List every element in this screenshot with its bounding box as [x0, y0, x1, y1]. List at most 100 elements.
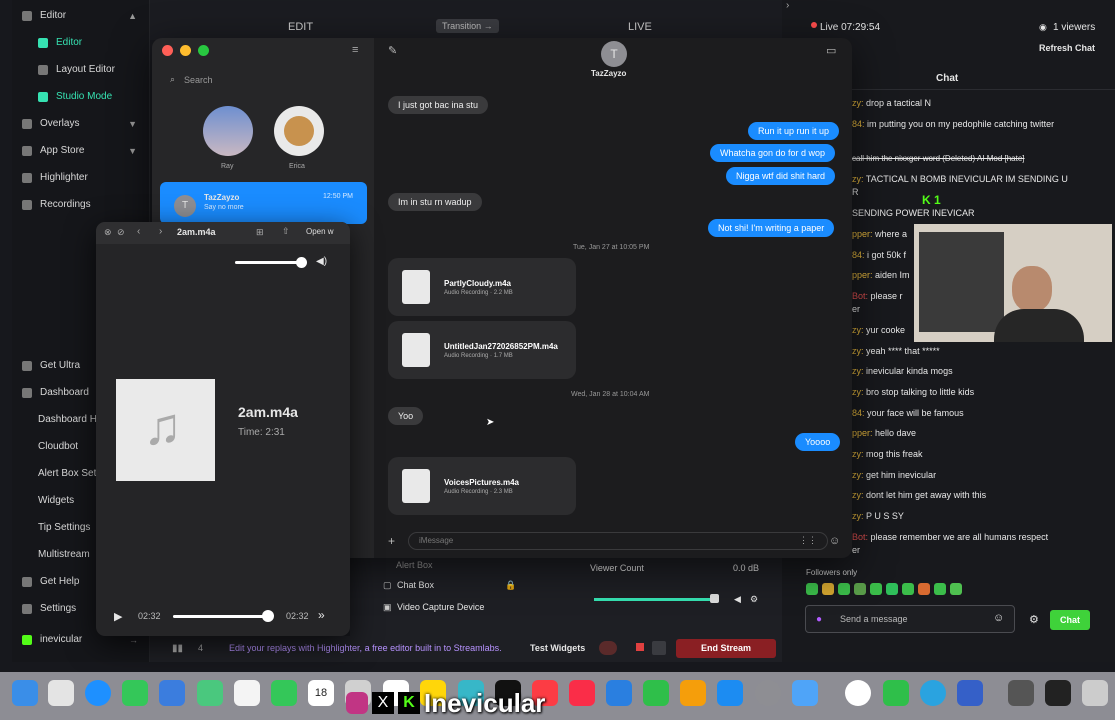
chevron-right-icon[interactable]: › [786, 0, 789, 11]
gear-icon[interactable]: ⚙ [1029, 613, 1039, 626]
volume-track[interactable] [235, 261, 305, 264]
system-settings-icon[interactable] [755, 680, 781, 706]
whatsapp-icon[interactable] [883, 680, 909, 706]
sidebar-item-recordings[interactable]: Recordings [12, 191, 149, 218]
emote-icon[interactable] [934, 583, 946, 595]
message-bubble-incoming[interactable]: Yoo [388, 407, 424, 425]
messages-icon[interactable] [122, 680, 148, 706]
message-bubble-incoming[interactable]: Im in stu rn wadup [388, 193, 482, 211]
message-bubble-outgoing[interactable]: Run it up run it up [748, 122, 840, 140]
preview-icon[interactable] [792, 680, 818, 706]
speaker-icon[interactable]: ◀ [734, 594, 741, 605]
fast-forward-icon[interactable]: » [318, 608, 325, 622]
pages-icon[interactable] [680, 680, 706, 706]
chat-input[interactable]: ● Send a message ☺ [805, 605, 1015, 633]
pinned-avatar-erica[interactable] [274, 106, 324, 156]
message-bubble-outgoing[interactable]: Whatcha gon do for d wop [710, 144, 836, 162]
app-store-icon[interactable] [717, 680, 743, 706]
sidebar-item-overlays[interactable]: Overlays ▼ [12, 110, 149, 137]
speaker-icon[interactable]: ◀) [316, 256, 327, 267]
app-icon[interactable] [957, 680, 983, 706]
telegram-icon[interactable] [920, 680, 946, 706]
conversation-item-selected[interactable]: T TazZayzo Say no more 12:50 PM [160, 182, 367, 224]
share-icon[interactable]: ⇧ [282, 226, 290, 237]
mail-icon[interactable] [159, 680, 185, 706]
emote-icon[interactable] [886, 583, 898, 595]
volume-knob[interactable] [296, 257, 307, 268]
volume-slider-handle[interactable] [710, 594, 719, 603]
launchpad-icon[interactable] [48, 680, 74, 706]
sidebar-item-editor-group[interactable]: Editor ▲ [12, 2, 149, 29]
test-widgets-button[interactable]: Test Widgets [530, 643, 585, 653]
gear-icon[interactable]: ⚙ [750, 594, 758, 605]
emote-icon[interactable] [950, 583, 962, 595]
progress-knob[interactable] [262, 610, 274, 622]
facetime-icon[interactable]: ▭ [826, 44, 836, 57]
chevron-up-icon[interactable]: ▲ [128, 11, 137, 21]
chevron-down-icon[interactable]: ▼ [128, 146, 137, 156]
emote-icon[interactable] [854, 583, 866, 595]
volume-slider[interactable] [594, 598, 714, 601]
transition-button[interactable]: Transition → [436, 19, 499, 33]
audio-attachment[interactable]: UntitledJan272026852PM.m4a Audio Recordi… [388, 321, 576, 379]
sidebar-item-layout-editor[interactable]: Layout Editor [12, 56, 149, 83]
grid-icon[interactable]: ⊞ [256, 227, 264, 238]
emote-icon[interactable] [806, 583, 818, 595]
plus-icon[interactable]: + [388, 534, 395, 548]
chat-send-button[interactable]: Chat [1050, 610, 1090, 630]
end-stream-button[interactable]: End Stream [676, 639, 776, 658]
open-with-button[interactable]: Open w [306, 227, 334, 236]
back-icon[interactable]: ‹ [137, 226, 140, 237]
logout-icon[interactable]: → [129, 635, 138, 645]
finder-icon[interactable] [12, 680, 38, 706]
facetime-icon[interactable] [271, 680, 297, 706]
search-field[interactable]: ⌕ Search [162, 72, 364, 88]
game-icon[interactable] [1008, 680, 1034, 706]
chrome-icon[interactable] [845, 680, 871, 706]
message-bubble-outgoing[interactable]: Not shi! I'm writing a paper [708, 219, 835, 237]
compose-icon[interactable]: ✎ [388, 44, 397, 57]
imessage-input[interactable]: iMessage ⋮⋮ [408, 532, 828, 550]
lock-icon[interactable]: 🔒 [505, 580, 516, 591]
audio-attachment[interactable]: PartlyCloudy.m4a Audio Recording · 2.2 M… [388, 258, 576, 316]
numbers-icon[interactable] [643, 680, 669, 706]
source-item[interactable]: Alert Box [396, 560, 433, 570]
emoji-icon[interactable]: ☺ [829, 535, 840, 547]
message-bubble-incoming[interactable]: I just got bac ina stu [388, 96, 489, 114]
highlighter-notice[interactable]: Edit your replays with Highlighter, a fr… [229, 643, 502, 653]
header-name[interactable]: TazZayzo [591, 69, 626, 78]
minimize-icon[interactable]: ⊘ [117, 227, 125, 238]
chevron-down-icon[interactable]: ▼ [128, 119, 137, 129]
forward-icon[interactable]: › [159, 226, 162, 237]
header-avatar[interactable]: T [601, 41, 627, 67]
emote-icon[interactable] [822, 583, 834, 595]
minimize-window-button[interactable] [180, 45, 191, 56]
pinned-avatar-ray[interactable] [203, 106, 253, 156]
emote-icon[interactable] [918, 583, 930, 595]
close-window-button[interactable] [162, 45, 173, 56]
sidebar-item-editor[interactable]: Editor [12, 29, 149, 56]
safari-icon[interactable] [85, 680, 111, 706]
sidebar-item-highlighter[interactable]: Highlighter [12, 164, 149, 191]
sidebar-item-studio-mode[interactable]: Studio Mode [12, 83, 149, 110]
stop-icon[interactable] [636, 643, 644, 651]
emote-icon[interactable] [838, 583, 850, 595]
calendar-icon[interactable]: 18 [308, 680, 334, 706]
play-icon[interactable]: ▶ [114, 610, 122, 623]
maps-icon[interactable] [197, 680, 223, 706]
progress-track[interactable] [173, 615, 273, 618]
keynote-icon[interactable] [606, 680, 632, 706]
message-bubble-outgoing[interactable]: Yoooo [795, 433, 841, 451]
terminal-icon[interactable] [1045, 680, 1071, 706]
photos-icon[interactable] [234, 680, 260, 706]
emote-icon[interactable] [870, 583, 882, 595]
filter-icon[interactable]: ≡ [352, 44, 358, 56]
source-item[interactable]: Chat Box [397, 580, 434, 590]
mic-icon[interactable]: ● [816, 614, 822, 625]
rec-button[interactable] [599, 641, 617, 655]
close-icon[interactable]: ⊗ [104, 227, 112, 238]
trash-icon[interactable] [1082, 680, 1108, 706]
audio-attachment[interactable]: VoicesPictures.m4a Audio Recording · 2.3… [388, 457, 576, 515]
emote-icon[interactable] [902, 583, 914, 595]
stats-icon[interactable]: ▮▮ [172, 643, 183, 654]
